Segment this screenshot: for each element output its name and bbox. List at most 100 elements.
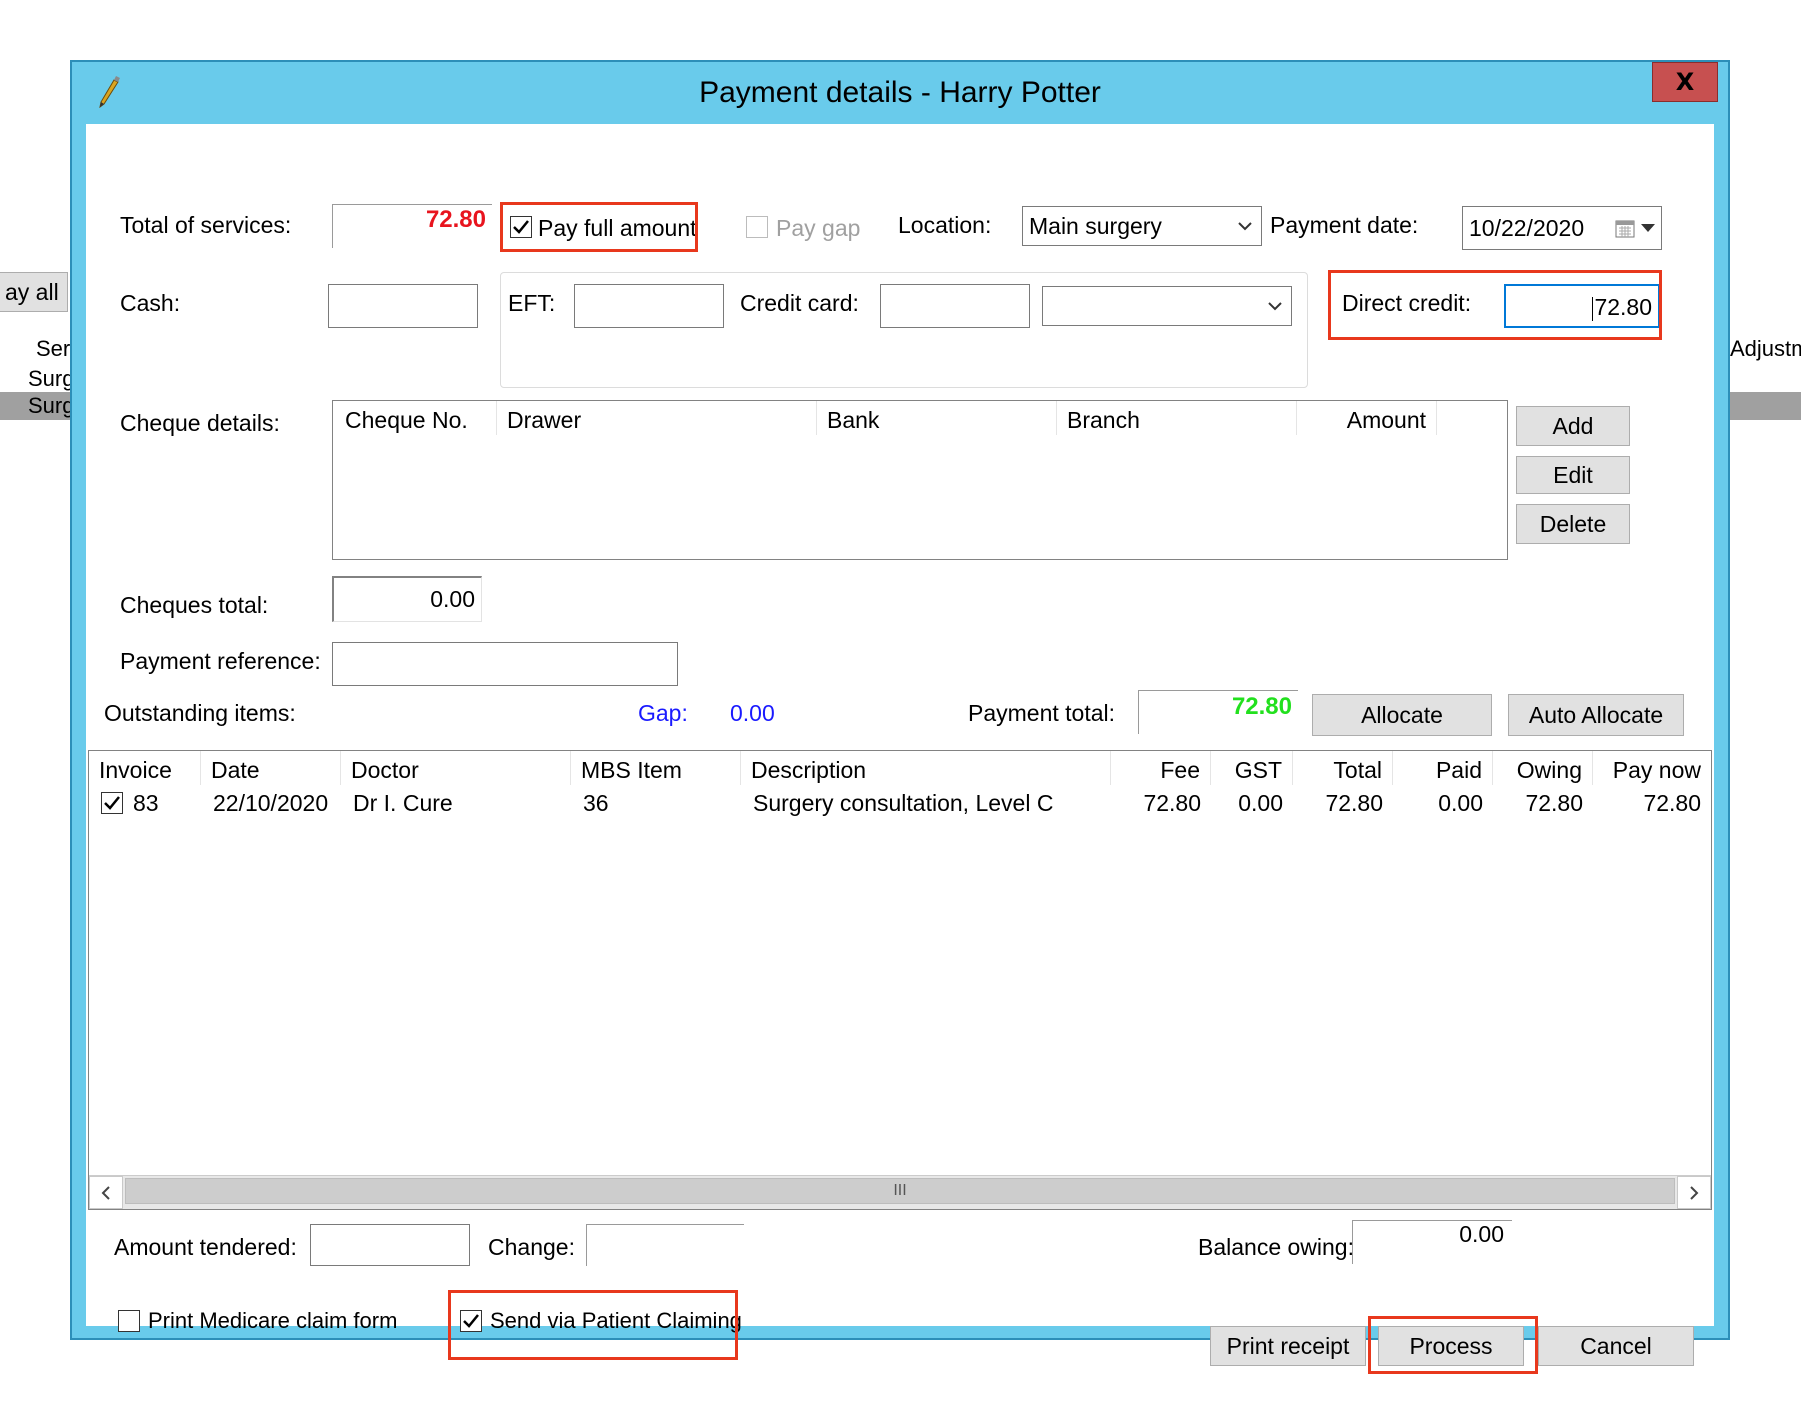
close-icon: X (1675, 68, 1695, 96)
row-checkbox[interactable] (101, 792, 123, 814)
payment-total-field: 72.80 (1138, 690, 1298, 734)
cell-invoice: 83 (133, 790, 159, 816)
cell-description: Surgery consultation, Level C (753, 790, 1054, 816)
cheque-col-amount[interactable]: Amount (1297, 401, 1437, 435)
cheque-details-label: Cheque details: (120, 410, 280, 436)
background-pay-all-button[interactable]: ay all (0, 272, 68, 312)
cash-input[interactable] (328, 284, 478, 328)
scroll-grip-icon: III (893, 1182, 907, 1199)
col-doctor[interactable]: Doctor (341, 751, 571, 785)
print-receipt-button[interactable]: Print receipt (1210, 1326, 1366, 1366)
check-icon (104, 796, 120, 810)
cell-fee: 72.80 (1143, 790, 1201, 816)
scroll-thumb[interactable]: III (125, 1178, 1675, 1204)
col-paid[interactable]: Paid (1393, 751, 1493, 785)
cell-pay-now: 72.80 (1643, 790, 1701, 816)
cheque-add-button[interactable]: Add (1516, 406, 1630, 446)
cell-doctor: Dr I. Cure (353, 790, 453, 816)
cheque-col-cheque-no[interactable]: Cheque No. (335, 401, 497, 435)
col-invoice[interactable]: Invoice (89, 751, 201, 785)
background-column-adjustment: Adjustm (1730, 336, 1801, 361)
chevron-left-icon (101, 1186, 110, 1200)
send-patient-claiming-checkbox[interactable] (460, 1310, 482, 1332)
eft-label: EFT: (508, 290, 556, 316)
col-owing[interactable]: Owing (1493, 751, 1593, 785)
scroll-left-button[interactable] (89, 1176, 123, 1209)
print-medicare-checkbox[interactable] (118, 1310, 140, 1332)
amount-tendered-input[interactable] (310, 1224, 470, 1266)
allocate-button[interactable]: Allocate (1312, 694, 1492, 736)
col-mbs-item[interactable]: MBS Item (571, 751, 741, 785)
cancel-button[interactable]: Cancel (1538, 1326, 1694, 1366)
check-icon (513, 220, 529, 234)
background-pay-all-label: ay all (5, 279, 59, 305)
location-label: Location: (898, 212, 992, 238)
background-row-1: Surg (28, 366, 75, 391)
payment-reference-input[interactable] (332, 642, 678, 686)
auto-allocate-button[interactable]: Auto Allocate (1508, 694, 1684, 736)
change-field (586, 1224, 744, 1266)
pay-gap-label: Pay gap (776, 215, 861, 241)
location-select[interactable]: Main surgery (1022, 206, 1262, 246)
horizontal-scrollbar[interactable]: III (89, 1175, 1711, 1209)
cell-date: 22/10/2020 (213, 790, 329, 816)
eft-input[interactable] (574, 284, 724, 328)
table-row[interactable]: 83 22/10/2020 Dr I. Cure 36 Surgery cons… (89, 787, 1711, 821)
process-button[interactable]: Process (1378, 1326, 1524, 1366)
print-medicare-label: Print Medicare claim form (148, 1308, 398, 1333)
background-row-2: Surg (28, 393, 75, 418)
chevron-right-icon (1690, 1186, 1699, 1200)
col-description[interactable]: Description (741, 751, 1111, 785)
dialog-client-area: Total of services: 72.80 Pay full amount… (86, 124, 1714, 1374)
cheque-edit-button[interactable]: Edit (1516, 456, 1630, 494)
credit-card-input[interactable] (880, 284, 1030, 328)
background-column-ser: Ser (36, 336, 71, 361)
cheque-delete-button[interactable]: Delete (1516, 504, 1630, 544)
col-fee[interactable]: Fee (1111, 751, 1211, 785)
payment-date-label: Payment date: (1270, 212, 1419, 238)
dialog-title: Payment details - Harry Potter (699, 76, 1101, 109)
background-selected-row-right (1730, 392, 1801, 420)
col-date[interactable]: Date (201, 751, 341, 785)
calendar-icon (1615, 220, 1635, 238)
location-value: Main surgery (1029, 213, 1162, 239)
pay-gap-checkbox[interactable] (746, 216, 768, 238)
cell-paid: 0.00 (1438, 790, 1483, 816)
gap-label: Gap: (638, 700, 688, 726)
credit-card-type-select[interactable] (1042, 286, 1292, 326)
close-button[interactable]: X (1652, 62, 1718, 102)
amount-tendered-label: Amount tendered: (114, 1234, 297, 1260)
send-patient-claiming-label: Send via Patient Claiming (490, 1308, 742, 1333)
cheque-col-drawer[interactable]: Drawer (497, 401, 817, 435)
cheque-grid[interactable]: Cheque No. Drawer Bank Branch Amount (332, 400, 1508, 560)
payment-reference-label: Payment reference: (120, 648, 321, 674)
pay-full-amount-label: Pay full amount (538, 215, 697, 241)
cheques-total-label: Cheques total: (120, 592, 269, 618)
payment-date-value: 10/22/2020 (1469, 215, 1585, 241)
cheque-col-branch[interactable]: Branch (1057, 401, 1297, 435)
change-label: Change: (488, 1234, 575, 1260)
outstanding-items-grid[interactable]: Invoice Date Doctor MBS Item Description… (88, 750, 1712, 1210)
col-pay-now[interactable]: Pay now (1593, 751, 1711, 785)
balance-owing-field: 0.00 (1352, 1220, 1512, 1264)
title-bar[interactable]: Payment details - Harry Potter X (72, 62, 1728, 124)
cell-owing: 72.80 (1525, 790, 1583, 816)
col-total[interactable]: Total (1293, 751, 1393, 785)
pay-full-amount-checkbox[interactable] (510, 216, 532, 238)
cell-total: 72.80 (1325, 790, 1383, 816)
total-services-label: Total of services: (120, 212, 292, 238)
check-icon (463, 1314, 479, 1328)
chevron-down-icon (1268, 302, 1282, 311)
direct-credit-label: Direct credit: (1342, 290, 1472, 316)
col-gst[interactable]: GST (1211, 751, 1293, 785)
cheque-col-bank[interactable]: Bank (817, 401, 1057, 435)
cash-label: Cash: (120, 290, 181, 316)
balance-owing-label: Balance owing: (1198, 1234, 1354, 1260)
scroll-right-button[interactable] (1677, 1176, 1711, 1209)
payment-date-picker[interactable]: 10/22/2020 (1462, 206, 1662, 250)
direct-credit-input[interactable]: 72.80 (1504, 284, 1660, 328)
total-services-field: 72.80 (332, 204, 492, 248)
credit-card-label: Credit card: (740, 290, 859, 316)
dropdown-arrow-icon (1641, 224, 1655, 232)
outstanding-items-label: Outstanding items: (104, 700, 296, 726)
